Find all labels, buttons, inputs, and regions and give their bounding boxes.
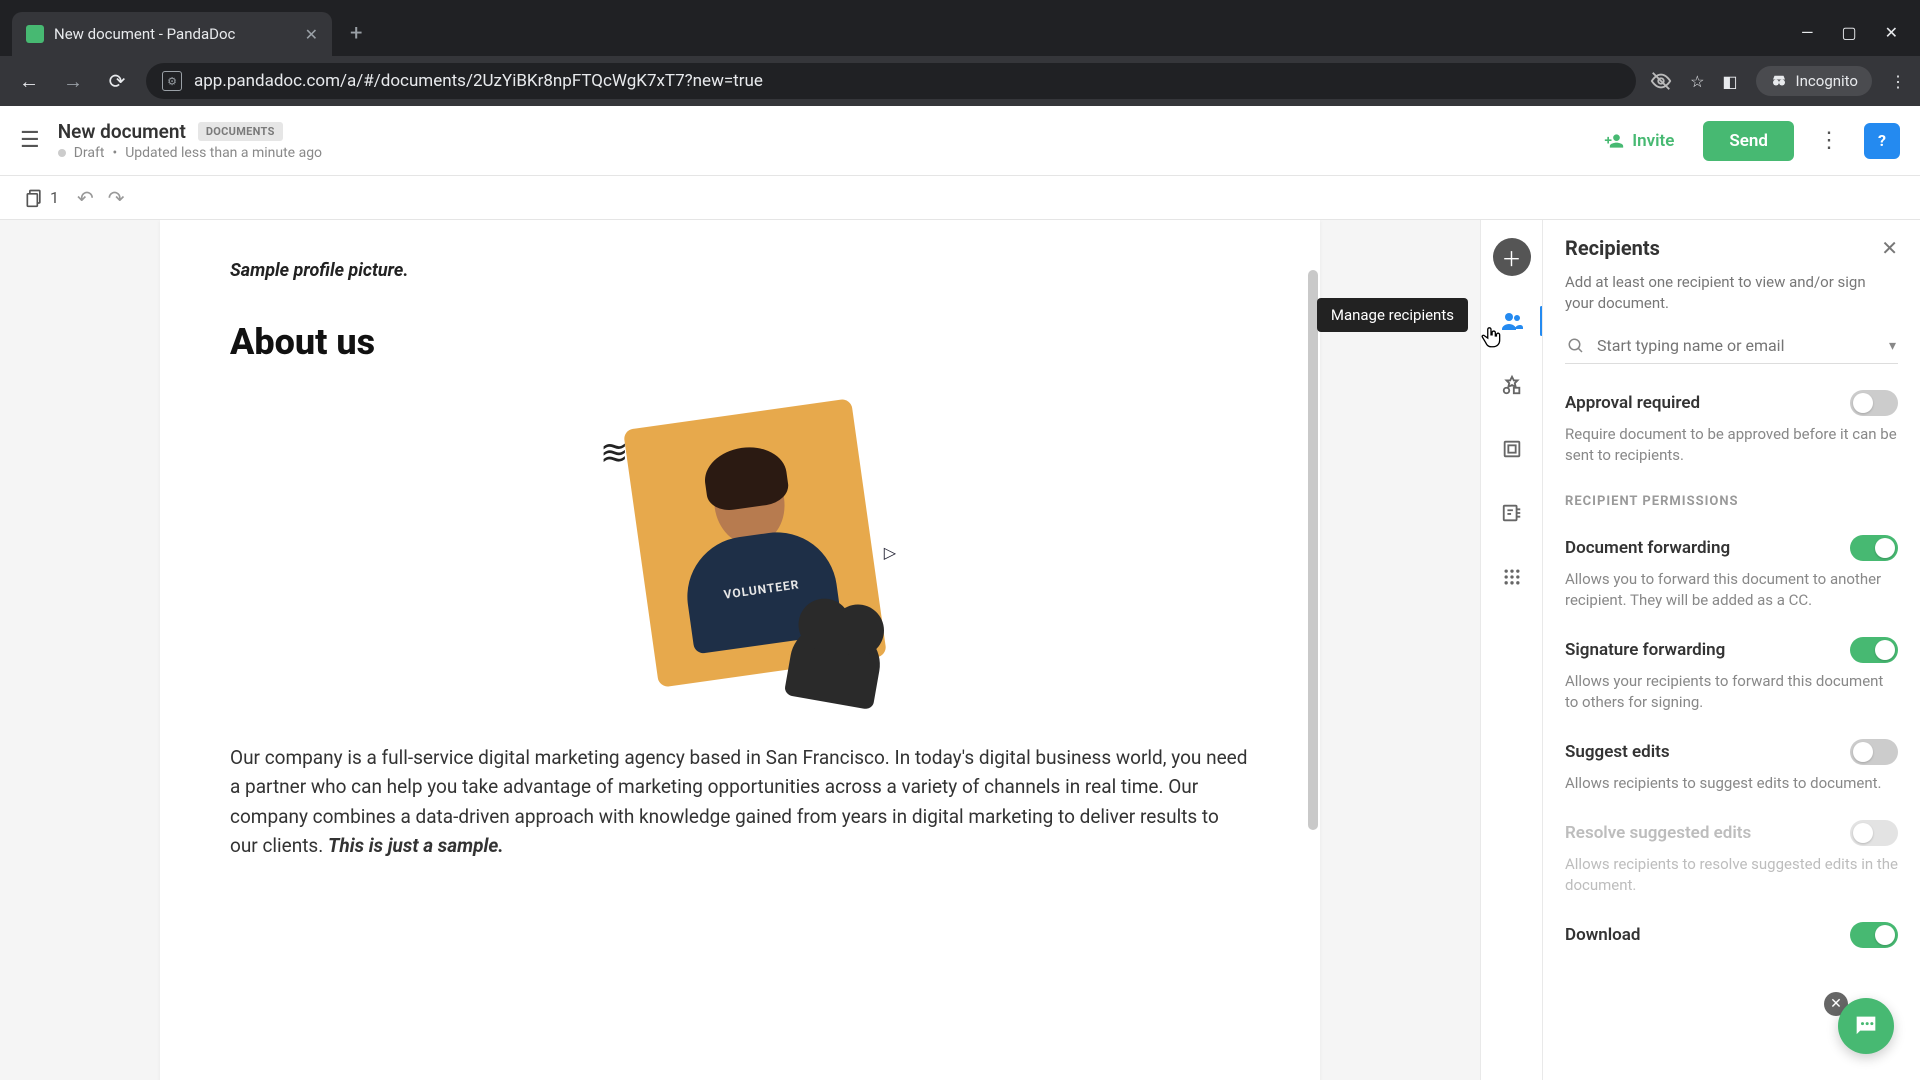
back-button[interactable]: ←: [14, 69, 44, 94]
doc-status: Draft • Updated less than a minute ago: [58, 145, 322, 161]
pages-button[interactable]: 1: [24, 188, 59, 208]
tab-close-icon[interactable]: ✕: [305, 25, 318, 44]
signature-forwarding-setting: Signature forwarding Allows your recipie…: [1565, 637, 1898, 713]
scroll-thumb[interactable]: [1308, 270, 1318, 830]
recipients-rail-button[interactable]: [1493, 302, 1531, 340]
tracking-off-icon[interactable]: [1650, 70, 1672, 92]
document-page[interactable]: Sample profile picture. About us ≋ VOLUN…: [160, 220, 1320, 1080]
download-setting: Download: [1565, 922, 1898, 948]
secondary-toolbar: 1 ↶ ↷: [0, 176, 1920, 220]
document-forwarding-setting: Document forwarding Allows you to forwar…: [1565, 535, 1898, 611]
recipients-panel: Recipients ✕ Add at least one recipient …: [1542, 220, 1920, 1080]
forwarding-desc: Allows you to forward this document to a…: [1565, 569, 1898, 611]
forwarding-toggle[interactable]: [1850, 535, 1898, 561]
chat-fab[interactable]: [1838, 998, 1894, 1054]
approval-required-setting: Approval required Require document to be…: [1565, 390, 1898, 466]
send-button[interactable]: Send: [1703, 121, 1794, 161]
doc-title[interactable]: New document: [58, 120, 186, 143]
url-text: app.pandadoc.com/a/#/documents/2UzYiBKr8…: [194, 71, 763, 91]
signature-label: Signature forwarding: [1565, 640, 1725, 660]
bookmark-star-icon[interactable]: ☆: [1690, 72, 1704, 91]
forwarding-label: Document forwarding: [1565, 538, 1730, 558]
layout-rail-button[interactable]: [1493, 430, 1531, 468]
search-icon: [1567, 337, 1585, 355]
image-block[interactable]: ≋ VOLUNTEER ▷: [230, 403, 1250, 693]
section-heading[interactable]: About us: [230, 321, 1250, 363]
variables-rail-button[interactable]: [1493, 366, 1531, 404]
undo-button[interactable]: ↶: [77, 186, 94, 210]
approval-label: Approval required: [1565, 393, 1700, 413]
panel-toggle-icon[interactable]: ◧: [1722, 72, 1737, 91]
recipient-search[interactable]: ▾: [1565, 328, 1898, 364]
doc-meta: New document DOCUMENTS Draft • Updated l…: [58, 120, 322, 161]
help-button[interactable]: ?: [1864, 123, 1900, 159]
signature-toggle[interactable]: [1850, 637, 1898, 663]
browser-tab-strip: New document - PandaDoc ✕ + — ▢ ✕: [0, 0, 1920, 56]
play-cursor-icon: ▷: [884, 543, 896, 562]
invite-label: Invite: [1632, 131, 1674, 151]
address-bar: ← → ⟳ ⚙ app.pandadoc.com/a/#/documents/2…: [0, 56, 1920, 106]
app-header: ☰ New document DOCUMENTS Draft • Updated…: [0, 106, 1920, 176]
status-text: Draft: [74, 145, 105, 161]
download-label: Download: [1565, 925, 1640, 945]
workspace: Sample profile picture. About us ≋ VOLUN…: [0, 220, 1920, 1080]
resolve-edits-setting: Resolve suggested edits Allows recipient…: [1565, 820, 1898, 896]
resolve-desc: Allows recipients to resolve suggested e…: [1565, 854, 1898, 896]
panel-subtitle: Add at least one recipient to view and/o…: [1565, 272, 1898, 314]
send-label: Send: [1729, 131, 1768, 151]
url-field[interactable]: ⚙ app.pandadoc.com/a/#/documents/2UzYiBK…: [146, 63, 1636, 99]
doc-type-badge: DOCUMENTS: [198, 122, 283, 141]
more-menu-button[interactable]: ⋮: [1808, 122, 1850, 159]
browser-tab[interactable]: New document - PandaDoc ✕: [12, 12, 332, 56]
signature-desc: Allows your recipients to forward this d…: [1565, 671, 1898, 713]
suggest-desc: Allows recipients to suggest edits to do…: [1565, 773, 1898, 794]
chevron-down-icon[interactable]: ▾: [1889, 338, 1896, 354]
forward-button[interactable]: →: [58, 69, 88, 94]
resolve-toggle: [1850, 820, 1898, 846]
updated-text: Updated less than a minute ago: [125, 145, 322, 161]
close-window-icon[interactable]: ✕: [1885, 23, 1898, 42]
reload-button[interactable]: ⟳: [102, 69, 132, 93]
incognito-label: Incognito: [1796, 72, 1858, 90]
incognito-badge[interactable]: Incognito: [1756, 66, 1872, 96]
image-caption[interactable]: Sample profile picture.: [230, 260, 1250, 281]
invite-button[interactable]: Invite: [1589, 122, 1689, 160]
maximize-icon[interactable]: ▢: [1841, 23, 1856, 42]
page-count: 1: [50, 188, 59, 207]
suggest-toggle[interactable]: [1850, 739, 1898, 765]
window-controls: — ▢ ✕: [1779, 23, 1920, 56]
panel-title: Recipients: [1565, 236, 1660, 260]
canvas-area[interactable]: Sample profile picture. About us ≋ VOLUN…: [0, 220, 1480, 1080]
smart-content-rail-button[interactable]: [1493, 494, 1531, 532]
apps-rail-button[interactable]: [1493, 558, 1531, 596]
invite-icon: [1604, 131, 1624, 151]
suggest-label: Suggest edits: [1565, 742, 1670, 762]
permissions-heading: RECIPIENT PERMISSIONS: [1565, 494, 1898, 509]
approval-toggle[interactable]: [1850, 390, 1898, 416]
browser-menu-icon[interactable]: ⋮: [1890, 72, 1906, 91]
approval-desc: Require document to be approved before i…: [1565, 424, 1898, 466]
close-panel-icon[interactable]: ✕: [1881, 236, 1898, 260]
shirt-text: VOLUNTEER: [723, 577, 800, 601]
redo-button[interactable]: ↷: [108, 186, 125, 210]
menu-icon[interactable]: ☰: [20, 128, 40, 153]
page-scrollbar[interactable]: [1306, 260, 1318, 1080]
rail-tooltip: Manage recipients: [1317, 298, 1468, 332]
site-settings-icon[interactable]: ⚙: [162, 71, 182, 91]
tab-title: New document - PandaDoc: [54, 25, 235, 43]
profile-photo: ≋ VOLUNTEER ▷: [590, 403, 890, 693]
new-tab-button[interactable]: +: [332, 21, 380, 56]
suggest-edits-setting: Suggest edits Allows recipients to sugge…: [1565, 739, 1898, 794]
body-paragraph[interactable]: Our company is a full-service digital ma…: [230, 743, 1250, 861]
download-toggle[interactable]: [1850, 922, 1898, 948]
heart-icon: [784, 616, 887, 710]
status-dot-icon: [58, 149, 66, 157]
body-sample: This is just a sample.: [328, 834, 504, 857]
minimize-icon[interactable]: —: [1801, 23, 1814, 42]
recipient-search-input[interactable]: [1597, 336, 1877, 355]
favicon: [26, 25, 44, 43]
right-rail: ＋ Manage recipients: [1480, 220, 1542, 1080]
add-content-button[interactable]: ＋: [1493, 238, 1531, 276]
resolve-label: Resolve suggested edits: [1565, 823, 1751, 843]
